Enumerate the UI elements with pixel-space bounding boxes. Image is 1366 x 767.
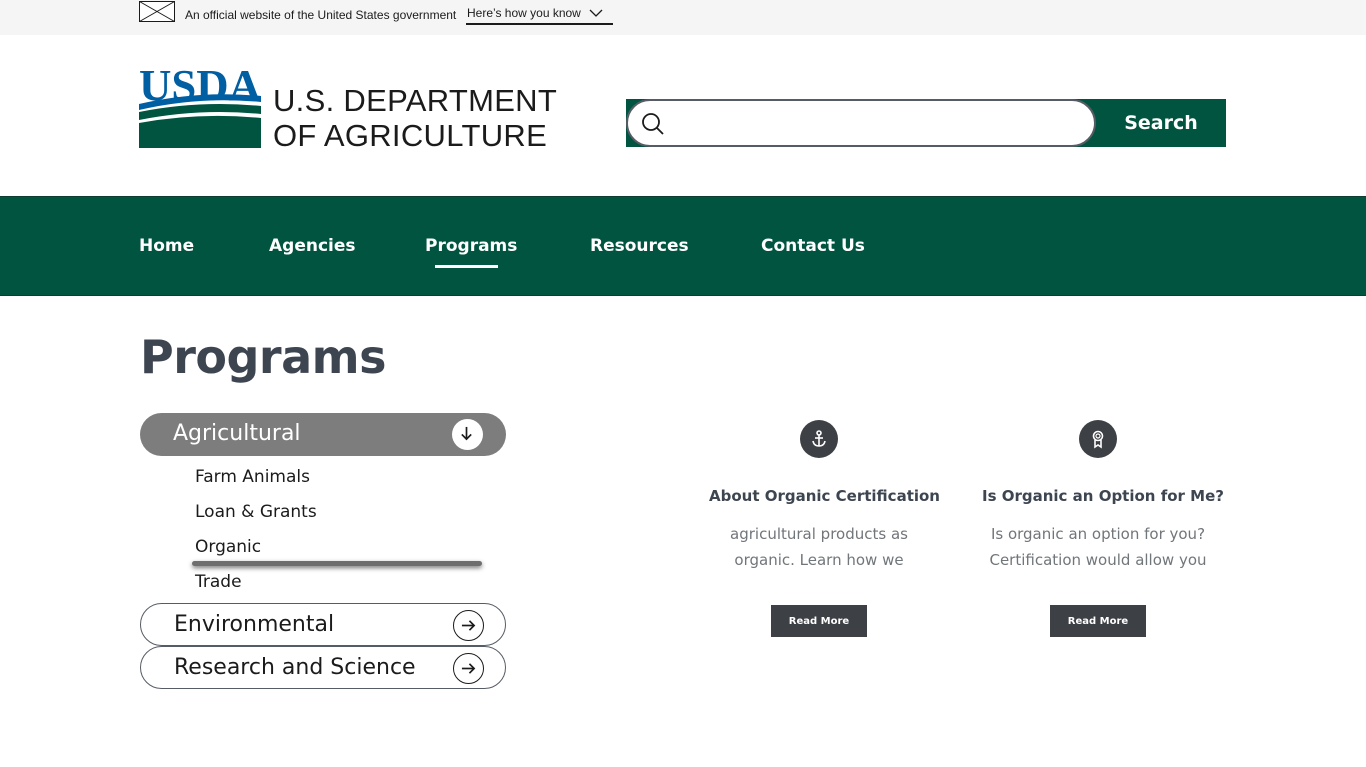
usda-logo[interactable]: USDA xyxy=(139,62,261,148)
search-input[interactable] xyxy=(676,106,1076,140)
read-more-button[interactable]: Read More xyxy=(771,605,867,637)
card-text-line: Is organic an option for you? xyxy=(990,525,1206,543)
sub-item-trade[interactable]: Trade xyxy=(195,572,242,592)
card-text-line: organic. Learn how we xyxy=(734,551,904,569)
nav-item-programs[interactable]: Programs xyxy=(425,236,517,256)
chevron-down-icon xyxy=(589,9,603,17)
accordion-label: Research and Science xyxy=(174,655,416,680)
arrow-right-icon xyxy=(453,653,484,684)
sub-item-farm-animals[interactable]: Farm Animals xyxy=(195,467,310,487)
accordion-research-and-science[interactable]: Research and Science xyxy=(140,646,506,689)
sub-item-loan-grants[interactable]: Loan & Grants xyxy=(195,502,317,522)
accordion-agricultural[interactable]: Agricultural xyxy=(140,413,506,456)
nav-item-resources[interactable]: Resources xyxy=(590,236,689,256)
gov-banner-text: An official website of the United States… xyxy=(185,8,457,22)
nav-item-home[interactable]: Home xyxy=(139,236,194,256)
search-icon xyxy=(642,113,664,135)
card-description: Is organic an option for you? Certificat… xyxy=(968,521,1228,573)
selected-item-indicator xyxy=(192,561,482,566)
arrow-right-icon xyxy=(453,610,484,641)
award-icon xyxy=(1079,420,1117,458)
read-more-button[interactable]: Read More xyxy=(1050,605,1146,637)
dept-name-line2: OF AGRICULTURE xyxy=(273,118,548,153)
card-text-line: agricultural products as xyxy=(730,525,908,543)
gov-banner: An official website of the United States… xyxy=(0,0,1366,35)
page-title: Programs xyxy=(140,330,386,384)
anchor-icon xyxy=(800,420,838,458)
card-description: agricultural products as organic. Learn … xyxy=(689,521,949,573)
accordion-label: Environmental xyxy=(174,612,335,637)
card-title: Is Organic an Option for Me? xyxy=(982,487,1224,505)
heres-how-you-know-label: Here’s how you know xyxy=(467,6,581,20)
main-nav: Home Agencies Programs Resources Contact… xyxy=(0,196,1366,296)
nav-item-contact-us[interactable]: Contact Us xyxy=(761,236,865,256)
nav-active-indicator xyxy=(435,265,498,268)
flag-icon xyxy=(139,1,175,22)
sub-item-organic[interactable]: Organic xyxy=(195,537,261,557)
accordion-label: Agricultural xyxy=(173,421,301,446)
card-title: About Organic Certification xyxy=(709,487,940,505)
card-text-line: Certification would allow you xyxy=(989,551,1207,569)
link-underline xyxy=(466,23,613,25)
nav-item-agencies[interactable]: Agencies xyxy=(269,236,356,256)
arrow-down-icon xyxy=(452,419,483,450)
search-button[interactable]: Search xyxy=(1096,99,1226,147)
accordion-environmental[interactable]: Environmental xyxy=(140,603,506,646)
dept-name-line1: U.S. DEPARTMENT xyxy=(273,83,558,118)
heres-how-you-know-link[interactable]: Here’s how you know xyxy=(467,6,603,20)
